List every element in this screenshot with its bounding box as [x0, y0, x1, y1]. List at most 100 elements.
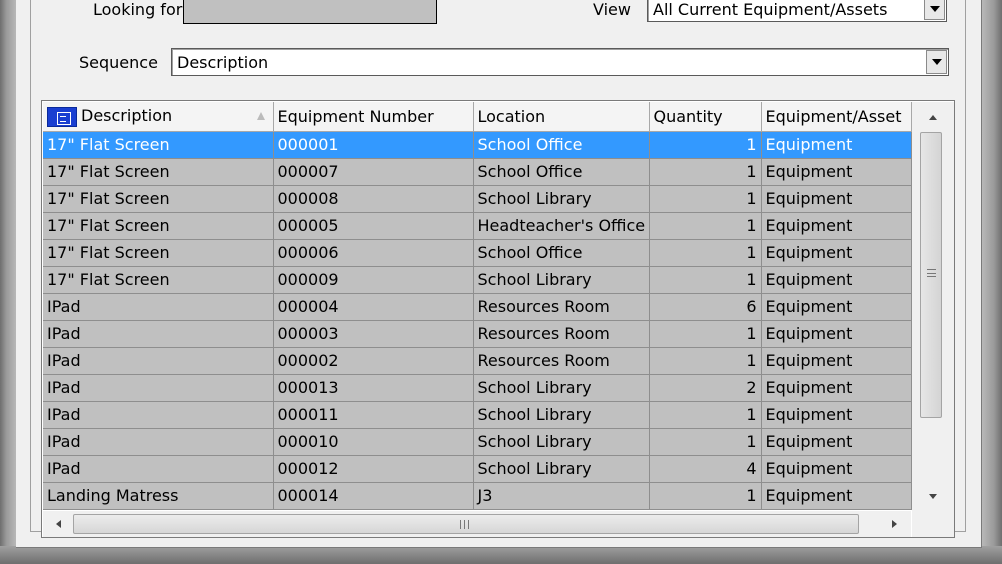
cell-quantity[interactable]: 1	[649, 131, 762, 159]
cell-equipment-asset[interactable]: Equipment	[761, 239, 912, 267]
cell-equipment-number[interactable]: 000013	[273, 374, 474, 402]
cell-equipment-number[interactable]: 000002	[273, 347, 474, 375]
cell-location[interactable]: School Library	[473, 455, 650, 483]
scroll-down-button[interactable]	[920, 485, 946, 507]
cell-quantity[interactable]: 4	[649, 455, 762, 483]
cell-location[interactable]: School Library	[473, 374, 650, 402]
cell-equipment-number[interactable]: 000011	[273, 401, 474, 429]
horizontal-scroll-thumb[interactable]	[73, 514, 859, 534]
scroll-up-button[interactable]	[920, 106, 946, 128]
cell-equipment-number[interactable]: 000008	[273, 185, 474, 213]
table-row[interactable]: IPad 000004 Resources Room 6 Equipment	[43, 293, 912, 321]
cell-equipment-number[interactable]: 000004	[273, 293, 474, 321]
table-row[interactable]: 17" Flat Screen 000001 School Office 1 Equip…	[43, 131, 912, 159]
cell-quantity[interactable]: 1	[649, 266, 762, 294]
cell-description[interactable]: 17" Flat Screen	[43, 266, 274, 294]
cell-quantity[interactable]: 1	[649, 320, 762, 348]
cell-location[interactable]: J3	[473, 482, 650, 510]
vertical-scrollbar[interactable]	[912, 102, 954, 511]
cell-location[interactable]: School Office	[473, 131, 650, 159]
column-header-equipment-asset[interactable]: Equipment/Asset	[761, 102, 912, 132]
table-row[interactable]: IPad 000002 Resources Room 1 Equipment	[43, 347, 912, 375]
cell-description[interactable]: 17" Flat Screen	[43, 158, 274, 186]
cell-location[interactable]: School Office	[473, 239, 650, 267]
cell-description[interactable]: 17" Flat Screen	[43, 239, 274, 267]
cell-quantity[interactable]: 1	[649, 239, 762, 267]
table-row[interactable]: 17" Flat Screen 000008 School Library 1 Equi…	[43, 185, 912, 213]
cell-quantity[interactable]: 1	[649, 347, 762, 375]
table-row[interactable]: 17" Flat Screen 000009 School Library 1 Equi…	[43, 266, 912, 294]
scroll-left-button[interactable]	[47, 513, 69, 535]
cell-description[interactable]: IPad	[43, 455, 274, 483]
cell-equipment-asset[interactable]: Equipment	[761, 347, 912, 375]
view-dropdown-button[interactable]	[924, 0, 945, 20]
cell-quantity[interactable]: 2	[649, 374, 762, 402]
cell-location[interactable]: Resources Room	[473, 320, 650, 348]
cell-quantity[interactable]: 1	[649, 158, 762, 186]
column-header-equipment-number[interactable]: Equipment Number	[273, 102, 474, 132]
cell-equipment-number[interactable]: 000001	[273, 131, 474, 159]
column-header-description[interactable]: Description	[43, 102, 274, 132]
cell-equipment-number[interactable]: 000007	[273, 158, 474, 186]
cell-quantity[interactable]: 1	[649, 428, 762, 456]
cell-location[interactable]: School Library	[473, 266, 650, 294]
cell-description[interactable]: IPad	[43, 320, 274, 348]
cell-location[interactable]: Resources Room	[473, 293, 650, 321]
cell-description[interactable]: 17" Flat Screen	[43, 212, 274, 240]
cell-equipment-asset[interactable]: Equipment	[761, 482, 912, 510]
cell-description[interactable]: IPad	[43, 428, 274, 456]
table-row[interactable]: 17" Flat Screen 000005 Headteacher's Offic…	[43, 212, 912, 240]
cell-equipment-number[interactable]: 000006	[273, 239, 474, 267]
cell-description[interactable]: 17" Flat Screen	[43, 185, 274, 213]
cell-location[interactable]: School Library	[473, 428, 650, 456]
cell-description[interactable]: IPad	[43, 293, 274, 321]
cell-equipment-number[interactable]: 000012	[273, 455, 474, 483]
cell-equipment-asset[interactable]: Equipment	[761, 320, 912, 348]
sequence-dropdown-button[interactable]	[926, 50, 947, 74]
cell-location[interactable]: School Library	[473, 401, 650, 429]
cell-equipment-number[interactable]: 000010	[273, 428, 474, 456]
table-row[interactable]: 17" Flat Screen 000006 School Office 1 Equip…	[43, 239, 912, 267]
cell-equipment-asset[interactable]: Equipment	[761, 293, 912, 321]
vertical-scroll-thumb[interactable]	[920, 132, 942, 418]
cell-quantity[interactable]: 1	[649, 185, 762, 213]
cell-description[interactable]: IPad	[43, 401, 274, 429]
sequence-dropdown[interactable]: Description	[171, 48, 949, 76]
cell-equipment-asset[interactable]: Equipment	[761, 374, 912, 402]
cell-equipment-asset[interactable]: Equipment	[761, 401, 912, 429]
cell-equipment-number[interactable]: 000014	[273, 482, 474, 510]
cell-quantity[interactable]: 1	[649, 212, 762, 240]
table-row[interactable]: 17" Flat Screen 000007 School Office 1 Equip…	[43, 158, 912, 186]
cell-description[interactable]: Landing Matress	[43, 482, 274, 510]
cell-equipment-asset[interactable]: Equipment	[761, 212, 912, 240]
scroll-right-button[interactable]	[883, 513, 905, 535]
table-row[interactable]: IPad 000010 School Library 1 Equipment	[43, 428, 912, 456]
cell-equipment-asset[interactable]: Equipment	[761, 185, 912, 213]
table-row[interactable]: IPad 000003 Resources Room 1 Equipment	[43, 320, 912, 348]
looking-for-input[interactable]	[183, 0, 437, 24]
cell-equipment-number[interactable]: 000003	[273, 320, 474, 348]
cell-location[interactable]: School Library	[473, 185, 650, 213]
cell-equipment-number[interactable]: 000009	[273, 266, 474, 294]
table-row[interactable]: IPad 000011 School Library 1 Equipment	[43, 401, 912, 429]
cell-equipment-asset[interactable]: Equipment	[761, 455, 912, 483]
cell-quantity[interactable]: 1	[649, 482, 762, 510]
cell-equipment-number[interactable]: 000005	[273, 212, 474, 240]
cell-description[interactable]: 17" Flat Screen	[43, 131, 274, 159]
cell-location[interactable]: Headteacher's Office	[473, 212, 650, 240]
table-row[interactable]: IPad 000012 School Library 4 Equipment	[43, 455, 912, 483]
cell-equipment-asset[interactable]: Equipment	[761, 131, 912, 159]
cell-equipment-asset[interactable]: Equipment	[761, 266, 912, 294]
cell-location[interactable]: Resources Room	[473, 347, 650, 375]
table-row[interactable]: Landing Matress 000014 J3 1 Equipment	[43, 482, 912, 510]
column-header-location[interactable]: Location	[473, 102, 650, 132]
cell-equipment-asset[interactable]: Equipment	[761, 158, 912, 186]
cell-equipment-asset[interactable]: Equipment	[761, 428, 912, 456]
horizontal-scrollbar[interactable]	[43, 511, 911, 537]
column-header-quantity[interactable]: Quantity	[649, 102, 762, 132]
view-dropdown[interactable]: All Current Equipment/Assets	[647, 0, 947, 22]
cell-quantity[interactable]: 1	[649, 401, 762, 429]
cell-location[interactable]: School Office	[473, 158, 650, 186]
cell-description[interactable]: IPad	[43, 347, 274, 375]
cell-quantity[interactable]: 6	[649, 293, 762, 321]
